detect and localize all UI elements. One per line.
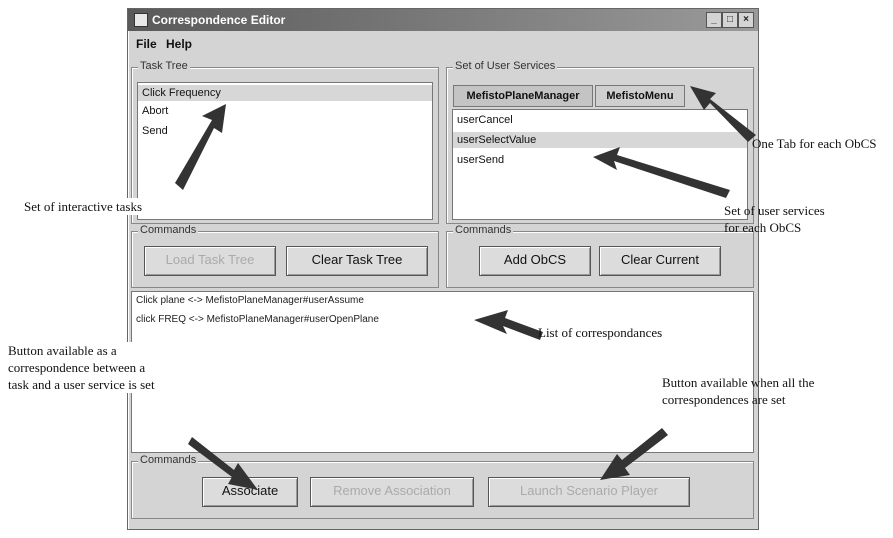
window-title: Correspondence Editor [152,13,286,27]
tab-mefistoplanemanager[interactable]: MefistoPlaneManager [453,85,593,107]
tab-mefistomenu[interactable]: MefistoMenu [595,85,685,107]
maximize-button[interactable]: □ [722,12,738,28]
app-icon [134,13,148,27]
correspondence-item[interactable]: Click plane <-> MefistoPlaneManager#user… [136,295,364,306]
user-services-list[interactable]: userCancel userSelectValue userSend [452,109,748,220]
correspondence-editor-window: Correspondence Editor _ □ × File Help Ta… [127,8,759,530]
annotation-button-all-set: Button available when all the correspond… [662,375,815,407]
correspondence-item[interactable]: click FREQ <-> MefistoPlaneManager#userO… [136,314,379,325]
title-bar: Correspondence Editor _ □ × [128,9,758,31]
add-obcs-button[interactable]: Add ObCS [479,246,591,276]
task-tree-list[interactable]: Click Frequency Abort Send [137,82,433,220]
correspondence-list[interactable]: Click plane <-> MefistoPlaneManager#user… [131,291,754,453]
annotation-list-correspondances: List of correspondances [538,325,663,340]
service-item[interactable]: userSend [457,154,504,166]
user-services-label: Set of User Services [453,60,558,72]
clear-current-button[interactable]: Clear Current [599,246,721,276]
annotation-user-services-2: for each ObCS [724,220,802,235]
associate-button[interactable]: Associate [202,477,298,507]
menu-bar: File Help [128,33,758,53]
obcs-commands-group: Commands Add ObCS Clear Current [446,224,754,288]
service-tabs: MefistoPlaneManager MefistoMenu [453,85,749,107]
task-commands-label: Commands [138,224,199,236]
task-tree-label: Task Tree [138,60,190,72]
minimize-button[interactable]: _ [706,12,722,28]
task-tree-group: Task Tree Click Frequency Abort Send [131,60,439,224]
annotation-interactive-tasks: Set of interactive tasks [24,198,143,215]
remove-association-button[interactable]: Remove Association [310,477,474,507]
annotation-button-associate: Button available as a correspondence bet… [8,342,155,393]
menu-help[interactable]: Help [166,37,192,51]
load-task-tree-button[interactable]: Load Task Tree [144,246,276,276]
menu-file[interactable]: File [136,37,157,51]
clear-task-tree-button[interactable]: Clear Task Tree [286,246,428,276]
task-tree-item[interactable]: Click Frequency [138,85,432,101]
obcs-commands-label: Commands [453,224,514,236]
task-commands-group: Commands Load Task Tree Clear Task Tree [131,224,439,288]
service-item[interactable]: userCancel [457,114,513,126]
launch-scenario-player-button[interactable]: Launch Scenario Player [488,477,690,507]
user-services-group: Set of User Services MefistoPlaneManager… [446,60,754,224]
association-commands-label: Commands [138,454,199,466]
task-tree-item[interactable]: Abort [142,105,168,117]
annotation-user-services-1: Set of user services [724,203,825,218]
association-commands-group: Commands Associate Remove Association La… [131,454,754,519]
annotation-one-tab: One Tab for each ObCS [752,136,877,151]
close-button[interactable]: × [738,12,754,28]
task-tree-item[interactable]: Send [142,125,168,137]
service-item[interactable]: userSelectValue [453,132,747,148]
